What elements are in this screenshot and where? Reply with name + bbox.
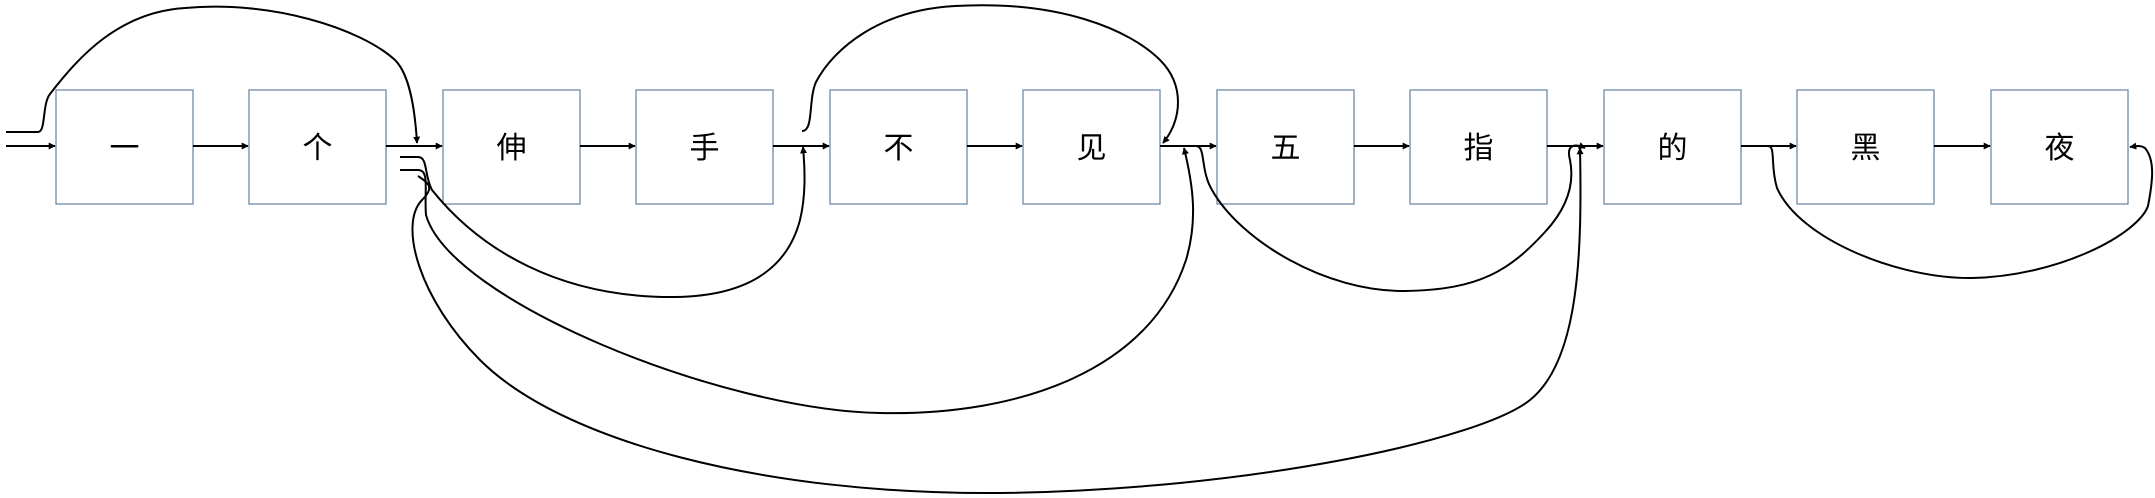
node-label: 的 xyxy=(1658,131,1688,166)
node-label: 夜 xyxy=(2045,131,2075,166)
skip-arc-n1-to-n8 xyxy=(411,147,1584,495)
skip-arcs xyxy=(6,4,2154,495)
node-label: 伸 xyxy=(497,131,527,166)
node-label: 不 xyxy=(884,131,914,166)
node-box-8: 的 xyxy=(1603,89,1742,205)
word-lattice-diagram: 一 个 伸 手 不 见 五 指 的 黑 夜 xyxy=(6,4,2154,495)
node-label: 手 xyxy=(690,131,720,166)
node-label: 指 xyxy=(1464,131,1494,166)
node-box-7: 指 xyxy=(1409,89,1548,205)
node-box-5: 见 xyxy=(1022,89,1161,205)
node-box-6: 五 xyxy=(1216,89,1355,205)
node-box-9: 黑 xyxy=(1796,89,1935,205)
node-box-1: 个 xyxy=(248,89,387,205)
node-box-3: 手 xyxy=(635,89,774,205)
node-box-4: 不 xyxy=(829,89,968,205)
node-box-0: 一 xyxy=(55,89,194,205)
node-box-2: 伸 xyxy=(442,89,581,205)
node-label: 黑 xyxy=(1851,131,1881,166)
node-box-10: 夜 xyxy=(1990,89,2129,205)
node-label: 五 xyxy=(1271,131,1301,166)
node-label: 见 xyxy=(1077,131,1107,166)
node-label: 个 xyxy=(303,131,333,166)
node-label: 一 xyxy=(110,131,140,166)
